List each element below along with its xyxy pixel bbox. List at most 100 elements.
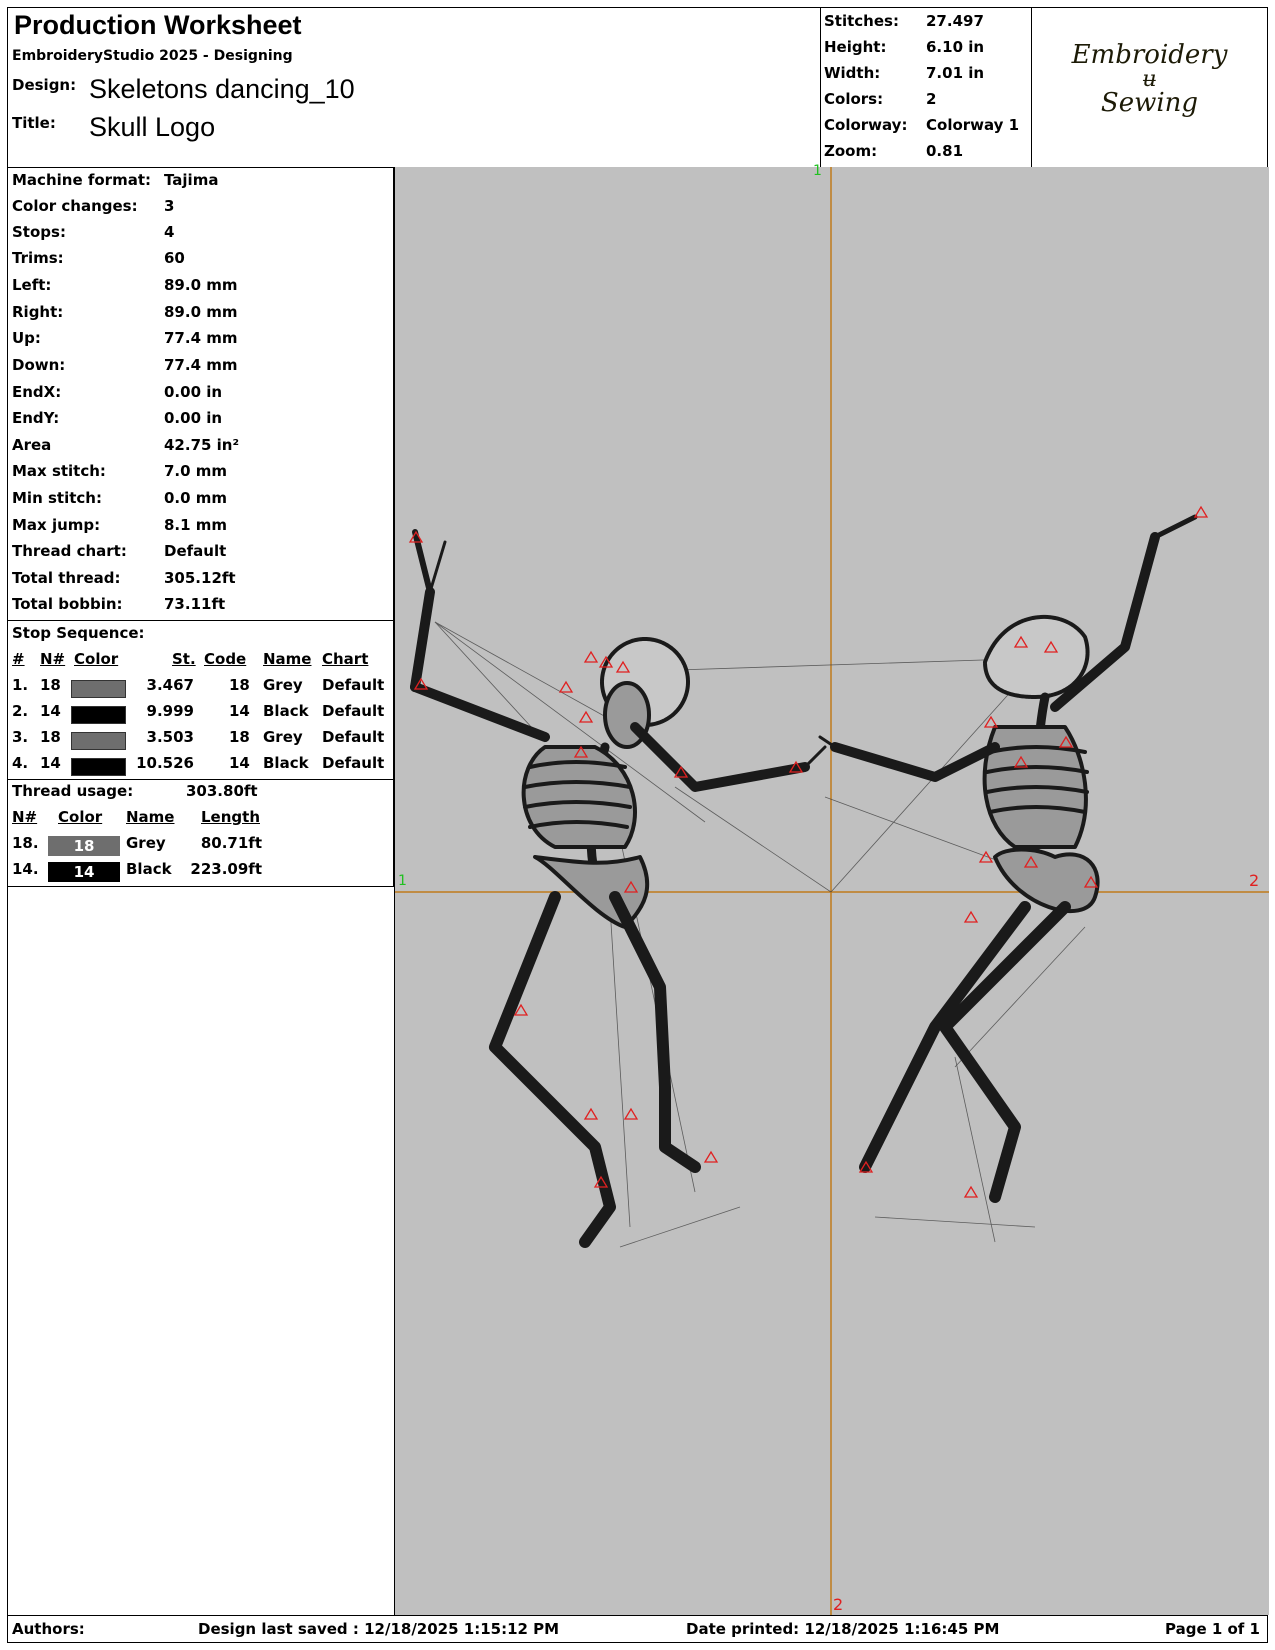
- usage-row-name: Black: [126, 860, 172, 878]
- seq-row-name: Black: [263, 702, 309, 720]
- design-label: Design:: [12, 76, 77, 94]
- usage-row-color-swatch: 18: [48, 836, 120, 856]
- seq-row-chart: Default: [322, 702, 385, 720]
- seq-row-color-swatch: [71, 732, 126, 750]
- worksheet-title: Production Worksheet: [14, 10, 302, 40]
- seq-row-color-swatch: [71, 758, 126, 776]
- footer-page: Page 1 of 1: [1165, 1620, 1260, 1638]
- footer-date-printed: Date printed: 12/18/2025 1:16:45 PM: [686, 1620, 1000, 1638]
- seq-row-name: Grey: [263, 676, 303, 694]
- seq-row-number: 3.: [12, 728, 29, 746]
- usage-row-length: 223.09ft: [190, 860, 262, 878]
- axis-label-top: 1: [813, 163, 822, 179]
- detail-left: Left: 89.0 mm: [12, 276, 238, 294]
- seq-row-name: Grey: [263, 728, 303, 746]
- detail-min-stitch: Min stitch: 0.0 mm: [12, 489, 228, 507]
- usage-col-needle: N#: [12, 808, 38, 826]
- footer-authors: Authors:: [12, 1620, 85, 1638]
- detail-total-thread: Total thread: 305.12ft: [12, 569, 236, 587]
- seq-row-code: 18: [229, 676, 250, 694]
- detail-machine-format: Machine format: Tajima: [12, 171, 219, 189]
- logo-line-3: Sewing: [1100, 88, 1199, 118]
- col-chart: Chart: [322, 650, 369, 668]
- seq-row-needle: 18: [40, 728, 61, 746]
- seq-row-needle: 14: [40, 702, 61, 720]
- stop-sequence-heading: Stop Sequence:: [12, 624, 145, 642]
- summary-colorway: Colorway: Colorway 1: [824, 116, 1020, 134]
- seq-row-needle: 14: [40, 754, 61, 772]
- summary-height: Height: 6.10 in: [824, 38, 985, 56]
- usage-row-needle: 14.: [12, 860, 39, 878]
- usage-col-color: Color: [58, 808, 103, 826]
- detail-down: Down: 77.4 mm: [12, 356, 238, 374]
- detail-max-stitch: Max stitch: 7.0 mm: [12, 462, 228, 480]
- seq-row-stitches: 3.467: [146, 676, 194, 694]
- seq-row-code: 18: [229, 728, 250, 746]
- detail-right: Right: 89.0 mm: [12, 303, 238, 321]
- software-name: EmbroideryStudio 2025 - Designing: [12, 48, 293, 64]
- design-preview: 1 1 2 2: [394, 163, 1269, 1615]
- col-needle: N#: [40, 650, 66, 668]
- usage-col-length: Length: [201, 808, 260, 826]
- summary-zoom: Zoom: 0.81: [824, 142, 964, 160]
- detail-total-bobbin: Total bobbin: 73.11ft: [12, 595, 226, 613]
- seq-row-code: 14: [229, 754, 250, 772]
- seq-row-stitches: 10.526: [136, 754, 194, 772]
- details-divider: [7, 620, 394, 621]
- brand-logo: Embroidery ʉ Sewing: [1033, 40, 1266, 116]
- left-skeleton: [410, 529, 827, 1248]
- seq-row-stitches: 3.503: [146, 728, 194, 746]
- detail-color-changes: Color changes: 3: [12, 197, 175, 215]
- summary-divider-left: [820, 7, 821, 167]
- detail-max-jump: Max jump: 8.1 mm: [12, 516, 228, 534]
- seq-row-code: 14: [229, 702, 250, 720]
- seq-row-stitches: 9.999: [146, 702, 194, 720]
- axis-label-left: 1: [398, 873, 407, 889]
- summary-block: Stitches: 27.497 Height: 6.10 in Width: 7.0…: [824, 8, 1029, 166]
- col-number: #: [12, 650, 25, 668]
- seq-row-number: 2.: [12, 702, 29, 720]
- seq-row-chart: Default: [322, 754, 385, 772]
- usage-row-needle: 18.: [12, 834, 39, 852]
- detail-area: Area 42.75 in²: [12, 436, 240, 454]
- seq-row-color-swatch: [71, 680, 126, 698]
- footer-last-saved: Design last saved : 12/18/2025 1:15:12 P…: [198, 1620, 560, 1638]
- summary-divider-right: [1031, 7, 1032, 167]
- axis-label-bottom: 2: [833, 1595, 844, 1614]
- detail-up: Up: 77.4 mm: [12, 329, 238, 347]
- detail-thread-chart: Thread chart: Default: [12, 542, 227, 560]
- usage-row-length: 80.71ft: [200, 834, 262, 852]
- thread-usage-label: Thread usage:: [12, 782, 134, 800]
- summary-stitches: Stitches: 27.497: [824, 12, 984, 30]
- stop-markers: [408, 505, 1209, 1198]
- title-label: Title:: [12, 114, 56, 132]
- footer-divider: [7, 1615, 1268, 1616]
- sequence-divider: [7, 779, 394, 780]
- col-name: Name: [263, 650, 312, 668]
- seq-row-chart: Default: [322, 676, 385, 694]
- detail-trims: Trims: 60: [12, 249, 185, 267]
- detail-endy: EndY: 0.00 in: [12, 409, 223, 427]
- seq-row-color-swatch: [71, 706, 126, 724]
- summary-colors: Colors: 2: [824, 90, 937, 108]
- design-title: Skull Logo: [89, 112, 216, 142]
- seq-row-number: 1.: [12, 676, 29, 694]
- detail-stops: Stops: 4: [12, 223, 175, 241]
- seq-row-chart: Default: [322, 728, 385, 746]
- axis-label-right: 2: [1249, 871, 1260, 890]
- usage-row-name: Grey: [126, 834, 166, 852]
- col-stitches: St.: [172, 650, 196, 668]
- logo-line-1: Embroidery: [1071, 40, 1228, 70]
- seq-row-number: 4.: [12, 754, 29, 772]
- detail-endx: EndX: 0.00 in: [12, 383, 223, 401]
- col-code: Code: [204, 650, 247, 668]
- col-color: Color: [74, 650, 119, 668]
- usage-row-color-swatch: 14: [48, 862, 120, 882]
- skeletons-stitch-preview: [395, 167, 1269, 1615]
- jump-lines: [434, 621, 1086, 1248]
- usage-col-name: Name: [126, 808, 175, 826]
- seq-row-needle: 18: [40, 676, 61, 694]
- thread-usage-value: 303.80ft: [186, 782, 258, 800]
- right-skeleton: [818, 514, 1198, 1203]
- summary-width: Width: 7.01 in: [824, 64, 985, 82]
